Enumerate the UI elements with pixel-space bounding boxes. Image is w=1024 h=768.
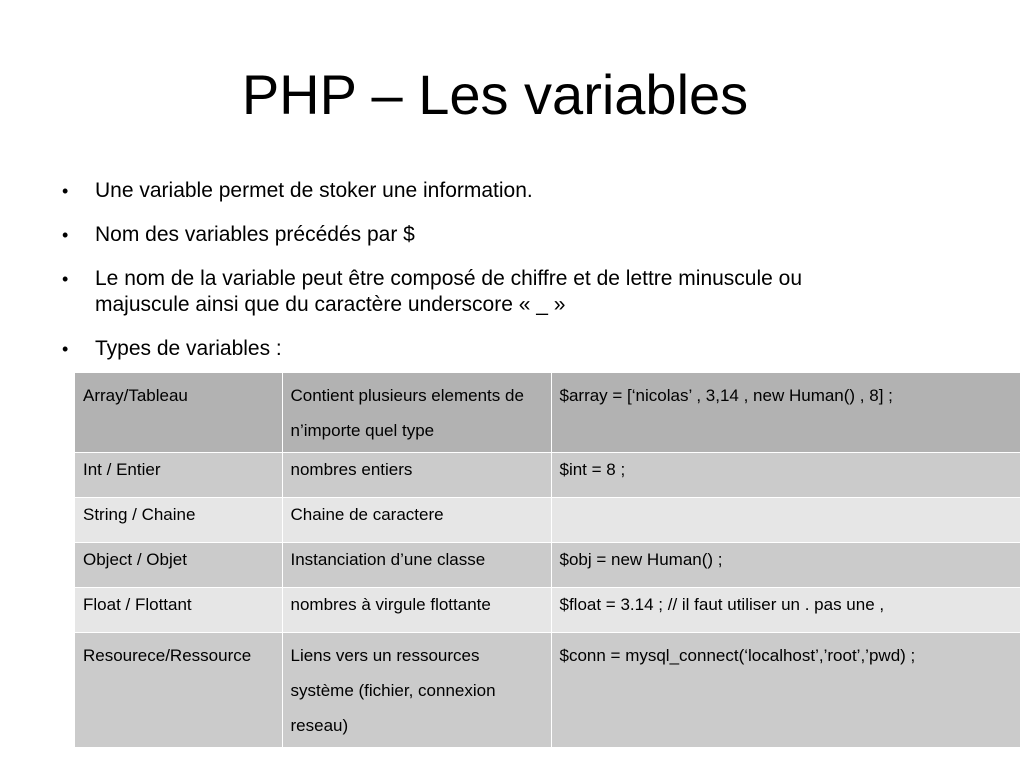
table-row: Resourece/Ressource Liens vers un ressou… [75,632,1020,748]
type-cell: Object / Objet [75,542,283,588]
example-cell: $int = 8 ; [551,452,1020,498]
description-cell: nombres à virgule flottante [282,587,552,633]
table-row: Int / Entier nombres entiers $int = 8 ; [75,452,1020,498]
bullet-marker: • [62,339,69,359]
description-cell: nombres entiers [282,452,552,498]
bullet-text: Nom des variables précédés par $ [95,223,415,246]
bullet-list: • Une variable permet de stoker une info… [60,178,960,362]
type-cell: Int / Entier [75,452,283,498]
description-cell: Chaine de caractere [282,497,552,543]
table-row: Array/Tableau Contient plusieurs element… [75,373,1020,453]
description-cell: Contient plusieurs elements de n’importe… [282,373,552,453]
bullet-item: • Une variable permet de stoker une info… [60,178,960,204]
example-cell: $array = [‘nicolas’ , 3,14 , new Human()… [551,373,1020,453]
example-cell: $obj = new Human() ; [551,542,1020,588]
bullet-text: Une variable permet de stoker une inform… [95,179,533,202]
bullet-text-line2: majuscule ainsi que du caractère undersc… [95,293,566,316]
example-cell [551,497,1020,543]
table-row: Float / Flottant nombres à virgule flott… [75,587,1020,633]
variable-types-table: Array/Tableau Contient plusieurs element… [75,373,1020,748]
bullet-item: • Types de variables : [60,336,960,362]
example-cell: $conn = mysql_connect(‘localhost’,’root’… [551,632,1020,748]
bullet-item: • Le nom de la variable peut être compos… [60,266,960,318]
description-cell: Instanciation d’une classe [282,542,552,588]
bullet-marker: • [62,225,69,245]
type-cell: Resourece/Ressource [75,632,283,748]
bullet-text: Types de variables : [95,337,282,360]
table-row: Object / Objet Instanciation d’une class… [75,542,1020,588]
bullet-text-line1: Le nom de la variable peut être composé … [95,267,803,290]
slide-title: PHP – Les variables [241,63,749,126]
description-cell: Liens vers un ressources système (fichie… [282,632,552,748]
bullet-item: • Nom des variables précédés par $ [60,222,960,248]
bullet-marker: • [62,269,69,289]
table-row: String / Chaine Chaine de caractere [75,497,1020,543]
example-cell: $float = 3.14 ; // il faut utiliser un .… [551,587,1020,633]
type-cell: Float / Flottant [75,587,283,633]
type-cell: Array/Tableau [75,373,283,453]
type-cell: String / Chaine [75,497,283,543]
bullet-marker: • [62,181,69,201]
